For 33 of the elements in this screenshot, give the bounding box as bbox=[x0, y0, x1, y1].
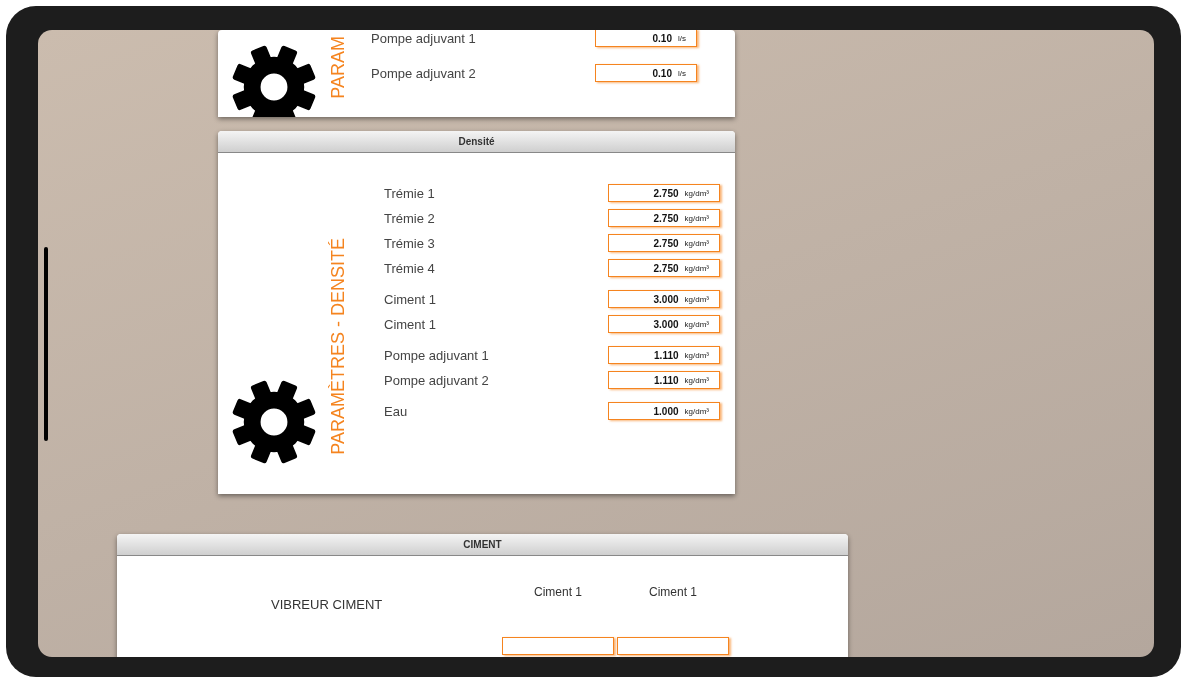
input-field[interactable]: 1.110 kg/dm³ bbox=[608, 346, 720, 364]
input-field[interactable]: 2.750 kg/dm³ bbox=[608, 234, 720, 252]
section-title: PARAMÈTRES - DENSITÉ bbox=[329, 238, 347, 455]
section-title: PARAM bbox=[329, 36, 347, 99]
input-field[interactable]: 3.000 kg/dm³ bbox=[608, 315, 720, 333]
input-field[interactable]: 0.10 l/s bbox=[595, 30, 697, 47]
gear-icon bbox=[231, 45, 316, 117]
column-header: Ciment 1 bbox=[534, 585, 582, 601]
field-label: Trémie 1 bbox=[384, 185, 436, 201]
section-label: VIBREUR CIMENT bbox=[271, 597, 384, 612]
input-field[interactable]: 1.000 kg/dm³ bbox=[608, 402, 720, 420]
column-header: Ciment 1 bbox=[649, 585, 697, 601]
field-label: Ciment 1 bbox=[384, 316, 438, 332]
input-field[interactable] bbox=[617, 637, 729, 655]
input-field[interactable]: 2.750 kg/dm³ bbox=[608, 184, 720, 202]
input-field[interactable]: 2.750 kg/dm³ bbox=[608, 259, 720, 277]
field-label: Eau bbox=[384, 403, 409, 419]
panel-header: Densité bbox=[218, 131, 735, 153]
input-field[interactable]: 2.750 kg/dm³ bbox=[608, 209, 720, 227]
field-label: Trémie 4 bbox=[384, 260, 436, 276]
gear-icon bbox=[231, 380, 316, 464]
input-field[interactable]: 0.10 l/s bbox=[595, 64, 697, 82]
field-label: Ciment 1 bbox=[384, 291, 438, 307]
input-field[interactable]: 3.000 kg/dm³ bbox=[608, 290, 720, 308]
panel-header: CIMENT bbox=[117, 534, 848, 556]
field-label: Pompe adjuvant 2 bbox=[384, 372, 490, 388]
input-field[interactable]: 1.110 kg/dm³ bbox=[608, 371, 720, 389]
field-label: Pompe adjuvant 1 bbox=[371, 30, 477, 46]
field-label: Pompe adjuvant 1 bbox=[384, 347, 490, 363]
input-field[interactable] bbox=[502, 637, 614, 655]
field-label: Pompe adjuvant 2 bbox=[371, 65, 477, 81]
field-label: Trémie 3 bbox=[384, 235, 436, 251]
field-label: Trémie 2 bbox=[384, 210, 436, 226]
